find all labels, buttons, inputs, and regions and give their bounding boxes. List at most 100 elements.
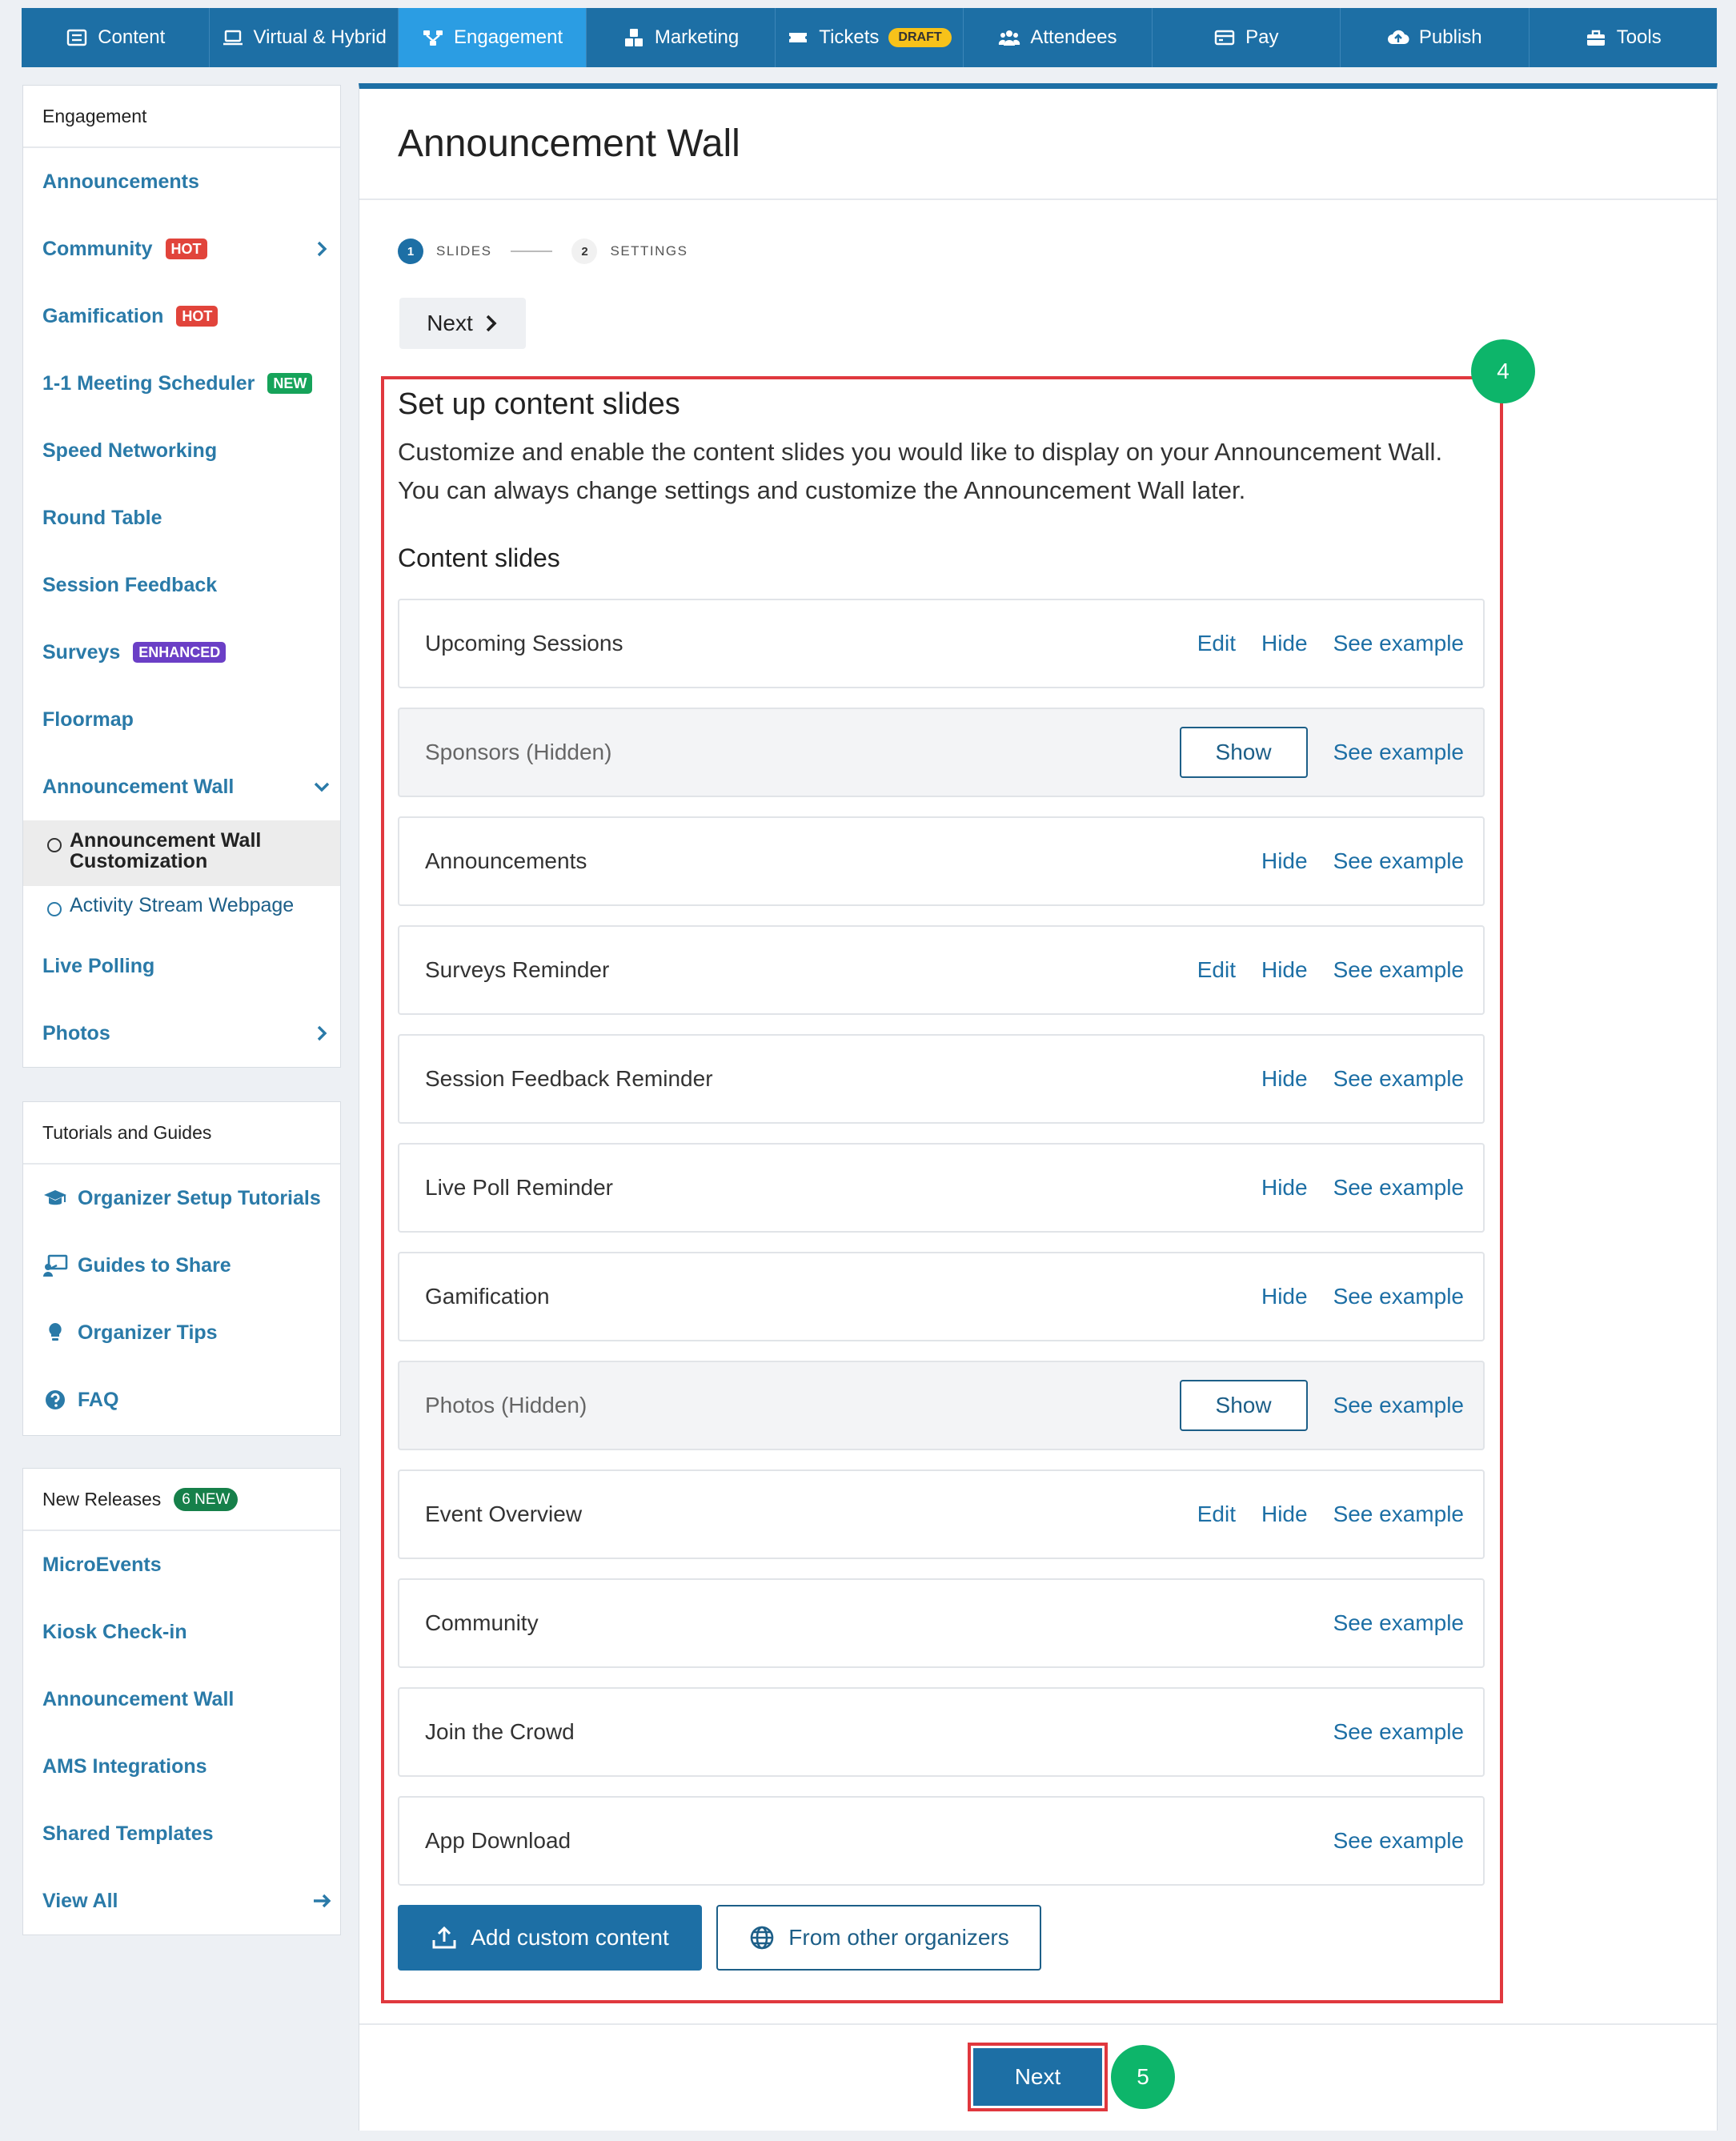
slide-name: Session Feedback Reminder: [425, 1066, 713, 1091]
section-description: Customize and enable the content slides …: [398, 438, 1443, 504]
upload-icon: [432, 1926, 456, 1949]
next-button-top[interactable]: Next: [399, 298, 526, 349]
tab-label: Tickets: [819, 26, 880, 48]
release-item-view-all[interactable]: View All: [23, 1867, 340, 1935]
see-example-link[interactable]: See example: [1333, 631, 1464, 656]
slides-heading: Content slides: [398, 543, 560, 572]
list-icon: [66, 29, 87, 46]
tab-label: Content: [98, 26, 166, 48]
hot-badge: HOT: [165, 239, 207, 259]
sidebar-item-gamification[interactable]: Gamification HOT: [23, 283, 340, 350]
top-nav: Content Virtual & Hybrid Engagement Mark…: [22, 8, 1717, 67]
sidebar-item-photos[interactable]: Photos: [23, 1000, 340, 1067]
tab-marketing[interactable]: Marketing: [587, 8, 776, 67]
lightbulb-icon: [42, 1320, 68, 1345]
sidebar-item-live-polling[interactable]: Live Polling: [23, 932, 340, 1000]
sidebar-releases-panel: New Releases 6 NEW MicroEvents Kiosk Che…: [22, 1468, 341, 1935]
see-example-link[interactable]: See example: [1333, 1719, 1464, 1745]
hide-link[interactable]: Hide: [1261, 1502, 1308, 1527]
sidebar-item-community[interactable]: Community HOT: [23, 215, 340, 283]
slide-name: App Download: [425, 1828, 571, 1853]
slide-row-gamification: Gamification Hide See example: [398, 1252, 1485, 1341]
see-example-link[interactable]: See example: [1333, 1066, 1464, 1092]
laptop-icon: [223, 30, 243, 46]
see-example-link[interactable]: See example: [1333, 1175, 1464, 1201]
tab-content[interactable]: Content: [22, 8, 210, 67]
add-custom-content-button[interactable]: Add custom content: [398, 1905, 702, 1971]
tab-pay[interactable]: Pay: [1153, 8, 1341, 67]
edit-link[interactable]: Edit: [1197, 1502, 1236, 1527]
see-example-link[interactable]: See example: [1333, 1284, 1464, 1309]
show-button[interactable]: Show: [1179, 727, 1308, 778]
sidebar-item-organizer-setup-tutorials[interactable]: Organizer Setup Tutorials: [23, 1165, 340, 1232]
sidebar-item-surveys[interactable]: Surveys ENHANCED: [23, 619, 340, 686]
sidebar-subitem-activity-stream[interactable]: Activity Stream Webpage: [23, 886, 340, 932]
tab-tickets[interactable]: Tickets DRAFT: [776, 8, 964, 67]
hide-link[interactable]: Hide: [1261, 631, 1308, 656]
sidebar-item-guides-to-share[interactable]: Guides to Share: [23, 1232, 340, 1299]
sidebar-item-organizer-tips[interactable]: Organizer Tips: [23, 1299, 340, 1366]
sidebar-item-announcements[interactable]: Announcements: [23, 148, 340, 215]
sidebar-item-session-feedback[interactable]: Session Feedback: [23, 551, 340, 619]
tab-label: Engagement: [454, 26, 563, 48]
show-button[interactable]: Show: [1179, 1380, 1308, 1431]
step-1-indicator[interactable]: 1: [398, 239, 423, 264]
tab-attendees[interactable]: Attendees: [964, 8, 1153, 67]
tab-virtual-hybrid[interactable]: Virtual & Hybrid: [210, 8, 399, 67]
see-example-link[interactable]: See example: [1333, 1393, 1464, 1418]
slide-name: Photos (Hidden): [425, 1393, 587, 1417]
tab-tools[interactable]: Tools: [1530, 8, 1717, 67]
hide-link[interactable]: Hide: [1261, 957, 1308, 983]
content-slides-section: Set up content slides Customize and enab…: [398, 384, 1485, 1971]
chevron-right-icon: [311, 239, 332, 259]
release-item-announcement-wall[interactable]: Announcement Wall: [23, 1666, 340, 1733]
step-connector: [511, 251, 553, 252]
sidebar-item-announcement-wall[interactable]: Announcement Wall: [23, 753, 340, 820]
new-badge: NEW: [267, 373, 313, 394]
see-example-link[interactable]: See example: [1333, 1828, 1464, 1854]
ticket-icon: [789, 33, 808, 42]
slide-name: Event Overview: [425, 1502, 583, 1526]
slide-row-join-the-crowd: Join the Crowd See example: [398, 1687, 1485, 1777]
sidebar-item-round-table[interactable]: Round Table: [23, 484, 340, 551]
release-item-microevents[interactable]: MicroEvents: [23, 1531, 340, 1598]
next-button-bottom[interactable]: Next: [973, 2048, 1102, 2106]
slide-name: Gamification: [425, 1284, 550, 1309]
sidebar-item-speed-networking[interactable]: Speed Networking: [23, 417, 340, 484]
stepper: 1 SLIDES 2 SETTINGS: [398, 239, 688, 264]
release-item-shared-templates[interactable]: Shared Templates: [23, 1800, 340, 1867]
see-example-link[interactable]: See example: [1333, 848, 1464, 874]
sidebar-tutorials-panel: Tutorials and Guides Organizer Setup Tut…: [22, 1101, 341, 1436]
hide-link[interactable]: Hide: [1261, 848, 1308, 874]
slide-list: Upcoming Sessions Edit Hide See example …: [398, 599, 1485, 1886]
see-example-link[interactable]: See example: [1333, 957, 1464, 983]
see-example-link[interactable]: See example: [1333, 1610, 1464, 1636]
step-2-indicator[interactable]: 2: [571, 239, 598, 264]
see-example-link[interactable]: See example: [1333, 740, 1464, 765]
tab-label: Publish: [1418, 26, 1482, 48]
edit-link[interactable]: Edit: [1197, 957, 1236, 983]
draft-badge: DRAFT: [888, 28, 952, 47]
sidebar-subitem-announcement-wall-customization[interactable]: Announcement Wall Customization: [23, 820, 340, 886]
tab-publish[interactable]: Publish: [1341, 8, 1530, 67]
release-item-ams-integrations[interactable]: AMS Integrations: [23, 1733, 340, 1800]
slide-row-announcements: Announcements Hide See example: [398, 816, 1485, 906]
sidebar-item-floormap[interactable]: Floormap: [23, 686, 340, 753]
sidebar-item-meeting-scheduler[interactable]: 1-1 Meeting Scheduler NEW: [23, 350, 340, 417]
step-1-label: SLIDES: [436, 243, 492, 259]
sidebar-item-faq[interactable]: FAQ: [23, 1366, 340, 1433]
hide-link[interactable]: Hide: [1261, 1066, 1308, 1092]
globe-icon: [750, 1926, 774, 1950]
step-2-label: SETTINGS: [610, 243, 688, 259]
hide-link[interactable]: Hide: [1261, 1175, 1308, 1201]
from-other-organizers-button[interactable]: From other organizers: [716, 1905, 1041, 1971]
tab-label: Virtual & Hybrid: [253, 26, 387, 48]
tab-engagement[interactable]: Engagement: [398, 8, 587, 67]
enhanced-badge: ENHANCED: [133, 642, 227, 663]
see-example-link[interactable]: See example: [1333, 1502, 1464, 1527]
panel-header: Tutorials and Guides: [23, 1102, 340, 1165]
hide-link[interactable]: Hide: [1261, 1284, 1308, 1309]
edit-link[interactable]: Edit: [1197, 631, 1236, 656]
next-button-bottom-highlight: Next: [968, 2043, 1108, 2111]
release-item-kiosk-checkin[interactable]: Kiosk Check-in: [23, 1598, 340, 1666]
